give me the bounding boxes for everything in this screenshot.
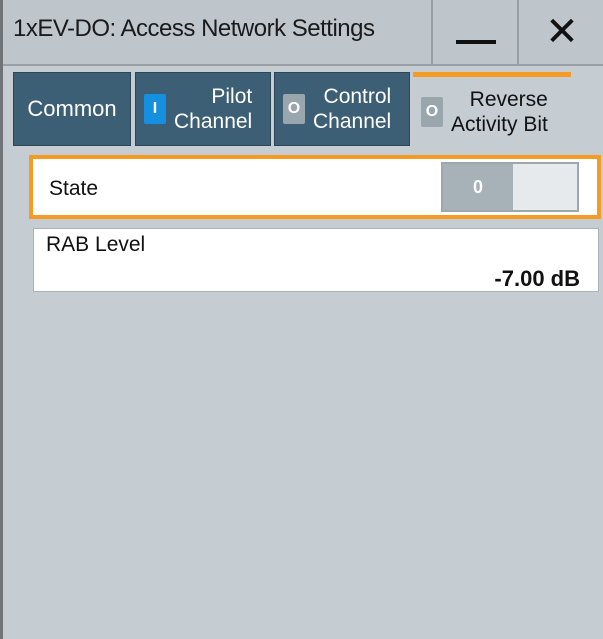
tab-control-line1: Control xyxy=(323,85,392,108)
control-channel-toggle-icon[interactable]: O xyxy=(283,94,305,124)
close-button[interactable]: ✕ xyxy=(517,0,603,64)
tab-reverse-activity-bit-label: Reverse Activity Bit xyxy=(451,87,548,137)
reverse-activity-bit-toggle-icon[interactable]: O xyxy=(421,96,443,127)
settings-window: 1xEV-DO: Access Network Settings ✕ Commo… xyxy=(0,0,603,639)
close-icon: ✕ xyxy=(545,10,579,54)
state-toggle-knob: 0 xyxy=(443,164,513,210)
tab-common[interactable]: Common xyxy=(13,72,131,146)
rab-level-label: RAB Level xyxy=(46,233,146,256)
tab-control-channel[interactable]: O Control Channel xyxy=(274,72,410,146)
tab-bar: Common I Pilot Channel O Control Channel… xyxy=(11,72,599,148)
tab-common-label: Common xyxy=(27,96,117,121)
tab-reverse-activity-bit[interactable]: O Reverse Activity Bit xyxy=(413,72,571,146)
title-bar: 1xEV-DO: Access Network Settings ✕ xyxy=(3,0,603,66)
tab-pilot-line1: Pilot xyxy=(211,85,253,108)
window-title: 1xEV-DO: Access Network Settings xyxy=(13,15,375,42)
tab-reverse-line2: Activity Bit xyxy=(451,112,548,136)
pilot-channel-toggle-icon[interactable]: I xyxy=(144,94,166,124)
tab-pilot-channel[interactable]: I Pilot Channel xyxy=(135,72,271,146)
minimize-button[interactable] xyxy=(431,0,519,64)
tab-control-channel-label: Control Channel xyxy=(313,84,391,134)
minimize-icon xyxy=(456,40,496,44)
state-label: State xyxy=(49,177,99,200)
rab-level-value[interactable]: -7.00 dB xyxy=(494,266,580,292)
state-row: State 0 xyxy=(29,155,601,219)
rab-level-field[interactable]: RAB Level -7.00 dB xyxy=(33,228,599,292)
state-toggle[interactable]: 0 xyxy=(441,162,579,212)
tab-reverse-line1: Reverse xyxy=(469,87,548,111)
tab-control-line2: Channel xyxy=(313,110,392,133)
tab-pilot-channel-label: Pilot Channel xyxy=(174,84,252,134)
tab-pilot-line2: Channel xyxy=(174,110,253,133)
